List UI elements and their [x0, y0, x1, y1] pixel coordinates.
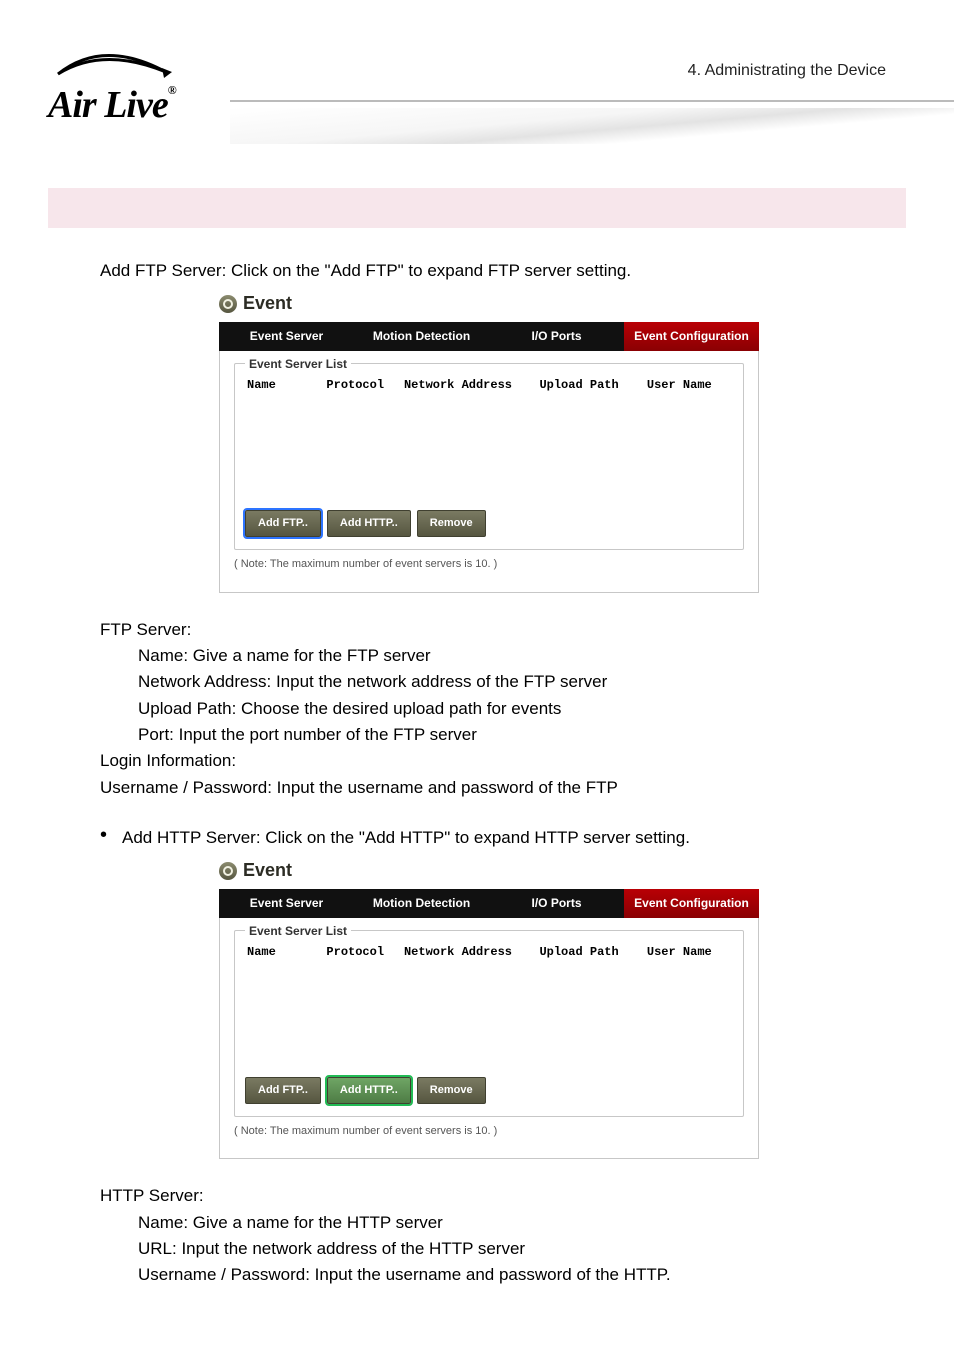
event-tabs: Event Server Motion Detection I/O Ports …: [219, 322, 759, 351]
login-info-line: Username / Password: Input the username …: [100, 775, 878, 801]
remove-button[interactable]: Remove: [417, 1077, 486, 1104]
tab-event-configuration[interactable]: Event Configuration: [624, 322, 759, 351]
ftp-intro: Add FTP Server: Click on the "Add FTP" t…: [100, 258, 878, 284]
tab-motion-detection[interactable]: Motion Detection: [354, 322, 489, 351]
event-tabs: Event Server Motion Detection I/O Ports …: [219, 889, 759, 918]
add-ftp-button[interactable]: Add FTP..: [245, 510, 321, 537]
http-line-name: Name: Give a name for the HTTP server: [138, 1210, 878, 1236]
event-title: Event: [243, 290, 292, 318]
section-band: [48, 188, 906, 228]
tab-event-configuration[interactable]: Event Configuration: [624, 889, 759, 918]
event-icon: [219, 295, 237, 313]
bullet-icon: •: [100, 825, 122, 845]
ftp-line-path: Upload Path: Choose the desired upload p…: [138, 696, 878, 722]
max-servers-note: ( Note: The maximum number of event serv…: [234, 556, 744, 573]
add-http-button[interactable]: Add HTTP..: [327, 510, 411, 537]
tab-io-ports[interactable]: I/O Ports: [489, 322, 624, 351]
event-icon: [219, 862, 237, 880]
logo-text: Air Live: [48, 84, 168, 126]
header-divider: [230, 100, 954, 102]
login-info-head: Login Information:: [100, 748, 878, 774]
add-http-button[interactable]: Add HTTP..: [327, 1077, 411, 1104]
column-headers: NameProtocol Network AddressUpload Path …: [245, 372, 733, 395]
event-server-list: Event Server List NameProtocol Network A…: [234, 930, 744, 1118]
tab-event-server[interactable]: Event Server: [219, 322, 354, 351]
http-line-url: URL: Input the network address of the HT…: [138, 1236, 878, 1262]
header-accent: [230, 108, 954, 144]
event-screenshot-http: Event Event Server Motion Detection I/O …: [219, 857, 759, 1159]
ftp-line-port: Port: Input the port number of the FTP s…: [138, 722, 878, 748]
event-server-list: Event Server List NameProtocol Network A…: [234, 363, 744, 551]
chapter-label: 4. Administrating the Device: [688, 62, 886, 80]
add-ftp-button[interactable]: Add FTP..: [245, 1077, 321, 1104]
tab-event-server[interactable]: Event Server: [219, 889, 354, 918]
max-servers-note: ( Note: The maximum number of event serv…: [234, 1123, 744, 1140]
column-headers: NameProtocol Network AddressUpload Path …: [245, 939, 733, 962]
http-line-auth: Username / Password: Input the username …: [138, 1262, 878, 1288]
http-intro: Add HTTP Server: Click on the "Add HTTP"…: [122, 825, 690, 851]
brand-logo: Air Live®: [48, 50, 228, 127]
registered-icon: ®: [168, 83, 176, 97]
ftp-line-addr: Network Address: Input the network addre…: [138, 669, 878, 695]
event-title: Event: [243, 857, 292, 885]
ftp-line-name: Name: Give a name for the FTP server: [138, 643, 878, 669]
remove-button[interactable]: Remove: [417, 510, 486, 537]
event-screenshot-ftp: Event Event Server Motion Detection I/O …: [219, 290, 759, 592]
ftp-server-head: FTP Server:: [100, 617, 878, 643]
tab-io-ports[interactable]: I/O Ports: [489, 889, 624, 918]
logo-arc-icon: [48, 50, 198, 78]
fieldset-legend: Event Server List: [245, 355, 351, 374]
tab-motion-detection[interactable]: Motion Detection: [354, 889, 489, 918]
server-list-box: [245, 394, 733, 504]
server-list-box: [245, 961, 733, 1071]
fieldset-legend: Event Server List: [245, 922, 351, 941]
http-server-head: HTTP Server:: [100, 1183, 878, 1209]
